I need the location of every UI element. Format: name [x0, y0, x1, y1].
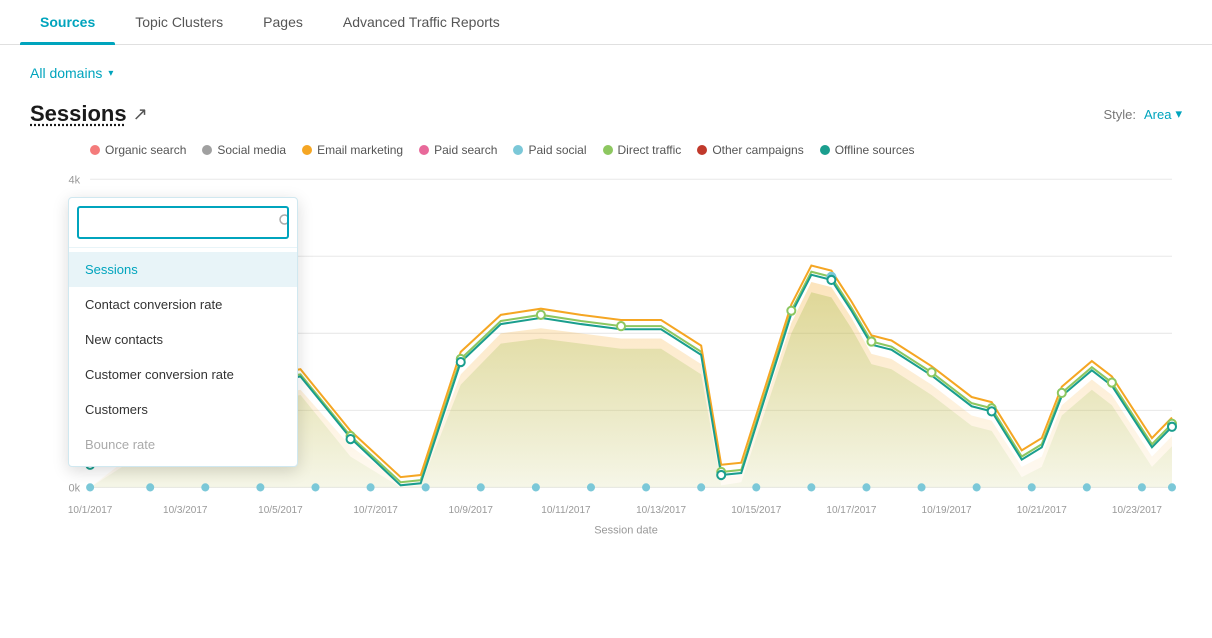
sessions-row: Sessions ↗ Style: Area ▾ — [30, 101, 1182, 127]
svg-text:10/7/2017: 10/7/2017 — [353, 505, 398, 516]
tab-sources[interactable]: Sources — [20, 0, 115, 44]
sessions-title[interactable]: Sessions — [30, 101, 127, 127]
legend-item-offline[interactable]: Offline sources — [820, 143, 915, 157]
dropdown-item-customers[interactable]: Customers — [69, 392, 297, 427]
svg-text:10/5/2017: 10/5/2017 — [258, 505, 303, 516]
legend-item-organic[interactable]: Organic search — [90, 143, 186, 157]
legend-item-other[interactable]: Other campaigns — [697, 143, 803, 157]
legend-dot-social — [202, 145, 212, 155]
legend-item-social[interactable]: Social media — [202, 143, 286, 157]
chart-legend: Organic search Social media Email market… — [30, 143, 1182, 157]
dropdown-search-area — [69, 198, 297, 248]
svg-text:10/23/2017: 10/23/2017 — [1112, 505, 1162, 516]
style-chevron-icon: ▾ — [1175, 106, 1182, 122]
svg-text:Session date: Session date — [594, 524, 658, 536]
svg-text:10/17/2017: 10/17/2017 — [826, 505, 876, 516]
dropdown-item-contact-conversion[interactable]: Contact conversion rate — [69, 287, 297, 322]
dropdown-item-sessions[interactable]: Sessions — [69, 252, 297, 287]
svg-text:0k: 0k — [68, 482, 80, 494]
dropdown-items-list: Sessions Contact conversion rate New con… — [69, 248, 297, 466]
legend-item-paid-social[interactable]: Paid social — [513, 143, 586, 157]
search-button[interactable] — [271, 208, 289, 237]
svg-text:10/15/2017: 10/15/2017 — [731, 505, 781, 516]
style-selector: Style: Area ▾ — [1103, 106, 1182, 122]
domain-chevron-icon: ▾ — [108, 68, 113, 79]
legend-dot-other — [697, 145, 707, 155]
legend-dot-offline — [820, 145, 830, 155]
dropdown-item-customer-conversion[interactable]: Customer conversion rate — [69, 357, 297, 392]
tab-advanced-traffic[interactable]: Advanced Traffic Reports — [323, 0, 520, 44]
cursor-icon: ↗ — [133, 104, 148, 125]
search-input-wrap — [77, 206, 289, 239]
svg-text:10/11/2017: 10/11/2017 — [541, 505, 591, 516]
search-icon — [279, 214, 289, 228]
svg-text:10/1/2017: 10/1/2017 — [68, 505, 113, 516]
legend-dot-email — [302, 145, 312, 155]
legend-dot-paid-social — [513, 145, 523, 155]
svg-text:10/21/2017: 10/21/2017 — [1017, 505, 1067, 516]
svg-text:10/13/2017: 10/13/2017 — [636, 505, 686, 516]
domain-selector[interactable]: All domains ▾ — [30, 65, 113, 81]
legend-item-direct[interactable]: Direct traffic — [603, 143, 682, 157]
tab-topic-clusters[interactable]: Topic Clusters — [115, 0, 243, 44]
tab-pages[interactable]: Pages — [243, 0, 323, 44]
svg-text:10/3/2017: 10/3/2017 — [163, 505, 208, 516]
svg-text:10/19/2017: 10/19/2017 — [922, 505, 972, 516]
svg-text:4k: 4k — [68, 174, 80, 186]
style-value-button[interactable]: Area ▾ — [1144, 106, 1182, 122]
legend-item-email[interactable]: Email marketing — [302, 143, 403, 157]
chart-area-wrapper: 4k 3k 2k 1k 0k — [30, 169, 1182, 549]
main-content: All domains ▾ Sessions ↗ Style: Area ▾ O… — [0, 45, 1212, 569]
legend-item-paid-search[interactable]: Paid search — [419, 143, 497, 157]
dropdown-item-new-contacts[interactable]: New contacts — [69, 322, 297, 357]
svg-text:10/9/2017: 10/9/2017 — [449, 505, 494, 516]
tabs-bar: Sources Topic Clusters Pages Advanced Tr… — [0, 0, 1212, 45]
search-input[interactable] — [79, 209, 271, 236]
legend-dot-organic — [90, 145, 100, 155]
metric-dropdown: Sessions Contact conversion rate New con… — [68, 197, 298, 467]
dropdown-item-bounce-rate[interactable]: Bounce rate — [69, 427, 297, 462]
legend-dot-direct — [603, 145, 613, 155]
legend-dot-paid-search — [419, 145, 429, 155]
